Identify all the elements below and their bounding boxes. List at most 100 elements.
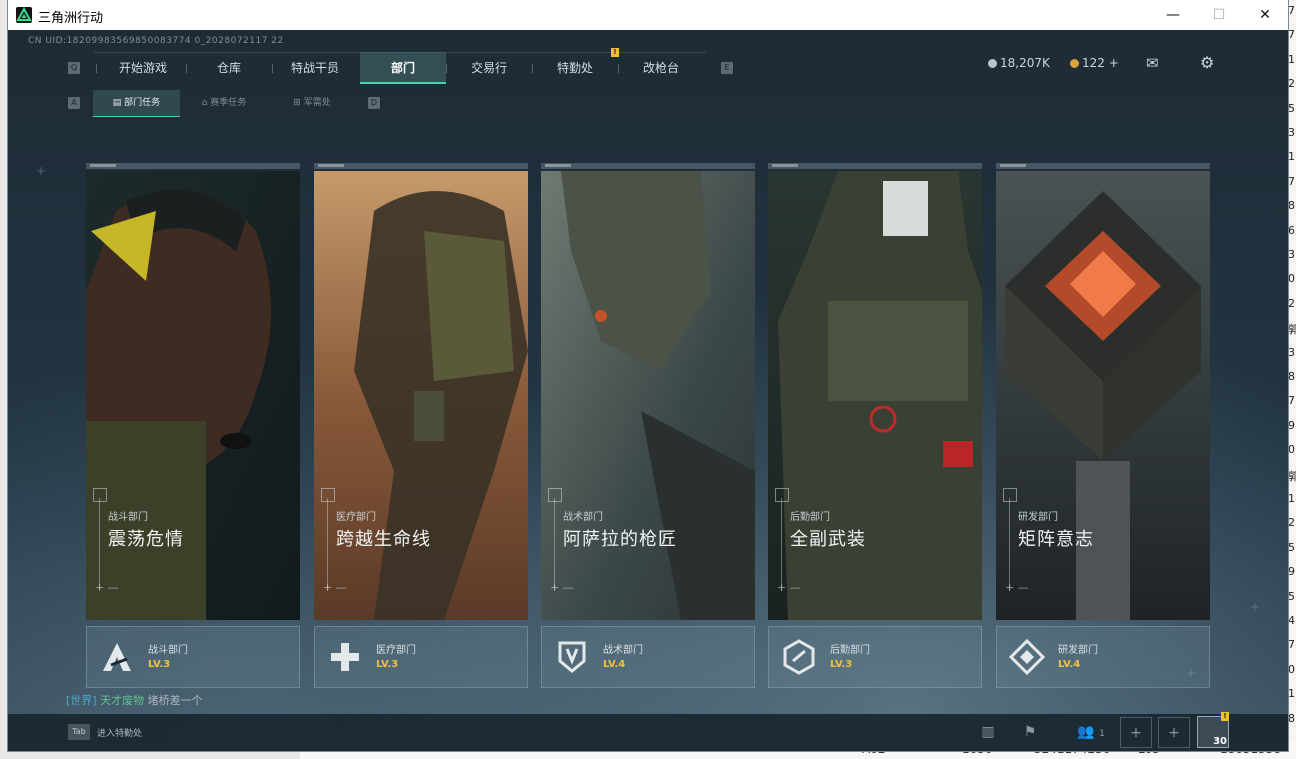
tactical-dept-icon — [558, 641, 586, 673]
plus-icon: + — — [777, 581, 801, 594]
subnav-left-key[interactable]: A — [68, 97, 80, 109]
desktop-char: 1 — [1288, 492, 1295, 505]
silver-coin-icon — [988, 59, 997, 68]
friends-button[interactable]: 👥 1 — [1066, 717, 1116, 748]
desktop-char: 8 — [1288, 370, 1295, 383]
footer-dept: 战斗部门 — [148, 645, 188, 656]
card-footer[interactable]: 研发部门 LV.4 — [996, 626, 1210, 688]
tab-warehouse[interactable]: 仓库 — [186, 52, 272, 84]
desktop-background-text: 7 7 1 2 5 3 1 7 8 6 3 0 2 郭 3 8 7 9 0 郭 1 2 5 9 5 4 7 0 1 8 — [1288, 0, 1296, 759]
supply-icon: ⊞ — [293, 98, 304, 108]
subtab-dept-tasks[interactable]: ▤ 部门任务 — [93, 90, 180, 117]
desktop-char: 8 — [1288, 199, 1295, 213]
close-button[interactable]: ✕ — [1242, 0, 1288, 30]
card-footer[interactable]: 后勤部门 LV.3 — [768, 626, 982, 688]
card-line — [1009, 498, 1010, 590]
nav-right-key[interactable]: E — [721, 62, 733, 74]
card-title: 全副武装 — [790, 529, 866, 550]
footer-dept: 医疗部门 — [376, 645, 416, 656]
subtab-season-tasks[interactable]: ⌂ 赛季任务 — [184, 90, 264, 116]
chat-message: 堵桥差一个 — [147, 694, 203, 707]
add-teammate-button[interactable]: + — [1120, 717, 1152, 748]
plus-icon: + — — [550, 581, 574, 594]
card-footer[interactable]: 战术部门 LV.4 — [541, 626, 755, 688]
desktop-char: 2 — [1288, 516, 1295, 530]
player-uid: CN UID:18209983569850083774 0_2028072117… — [28, 36, 284, 46]
footer-dept: 研发部门 — [1058, 645, 1098, 656]
desktop-char: 6 — [1288, 223, 1295, 237]
card-dept: 医疗部门 — [336, 512, 376, 523]
tab-key-label: 进入特勤处 — [97, 729, 143, 739]
tab-key: Tab — [68, 724, 90, 740]
card-title: 矩阵意志 — [1018, 529, 1094, 550]
card-title: 阿萨拉的枪匠 — [563, 529, 677, 550]
bottom-bar: Tab 进入特勤处 ▥ ⚑ 👥 1 + + 30 ! — [8, 712, 1288, 751]
corner-bracket — [321, 488, 335, 502]
card-footer[interactable]: 战斗部门 LV.3 — [86, 626, 300, 688]
desktop-char: 2 — [1288, 296, 1295, 310]
footer-dept: 战术部门 — [603, 645, 643, 656]
corner-bracket — [1003, 488, 1017, 502]
desktop-char: 5 — [1288, 101, 1295, 115]
tab-departments[interactable]: 部门 — [360, 52, 446, 84]
desktop-char: 郭 — [1288, 323, 1296, 337]
card-artwork — [86, 171, 300, 620]
flag-icon[interactable]: ⚑ — [1014, 717, 1046, 748]
corner-bracket — [775, 488, 789, 502]
card-footer[interactable]: 医疗部门 LV.3 — [314, 626, 528, 688]
tab-gunsmith[interactable]: 改枪台 — [618, 52, 704, 84]
chat-line[interactable]: [世界] 天才废物 堵桥差一个 — [66, 692, 203, 708]
maximize-button[interactable]: ☐ — [1196, 0, 1242, 30]
desktop-char: 3 — [1288, 126, 1295, 139]
research-dept-icon — [1008, 638, 1046, 676]
crosshair-icon: + — [1250, 600, 1261, 614]
desktop-char: 7 — [1288, 4, 1295, 17]
corner-bracket — [548, 488, 562, 502]
card-artwork — [996, 171, 1210, 620]
minimize-button[interactable]: — — [1150, 0, 1196, 30]
subtab-supply[interactable]: ⊞ 军需处 — [272, 90, 352, 116]
subnav-right-key[interactable]: D — [368, 97, 380, 109]
card-header — [86, 163, 300, 169]
card-dept: 战术部门 — [563, 512, 603, 523]
gear-icon[interactable]: ⚙ — [1200, 53, 1214, 72]
subtab-label: 部门任务 — [124, 98, 161, 108]
desktop-char: 9 — [1288, 565, 1295, 579]
tab-start-game[interactable]: 开始游戏 — [100, 52, 186, 84]
dept-level: LV.3 — [376, 659, 399, 670]
card-header — [541, 163, 755, 169]
tab-special-ops[interactable]: 特勤处 — [532, 52, 618, 84]
gold-add-button[interactable]: + — [1109, 56, 1119, 70]
mail-icon[interactable]: ✉ — [1146, 54, 1159, 72]
plus-icon: + — — [323, 581, 347, 594]
chat-sender[interactable]: 天才废物 — [100, 694, 144, 707]
season-icon: ⌂ — [201, 98, 211, 108]
add-teammate-button[interactable]: + — [1158, 717, 1190, 748]
nav-left-key[interactable]: Q — [68, 62, 80, 74]
desktop-char: 郭 — [1288, 469, 1296, 483]
silver-currency[interactable]: 18,207K — [988, 56, 1050, 70]
friends-icon: 👥 — [1077, 724, 1095, 740]
desktop-char: 7 — [1288, 638, 1295, 652]
title-bar[interactable]: 三角洲行动 — ☐ ✕ — [8, 0, 1288, 30]
task-icon: ▤ — [112, 98, 125, 108]
tab-operators[interactable]: 特战干员 — [272, 52, 358, 84]
silver-amount: 18,207K — [1000, 56, 1050, 70]
combat-dept-icon — [103, 643, 131, 671]
friends-count: 1 — [1099, 729, 1105, 739]
gold-currency[interactable]: 122 + — [1070, 56, 1119, 70]
card-header — [314, 163, 528, 169]
card-line — [554, 498, 555, 590]
desktop-char: 1 — [1288, 52, 1295, 66]
card-dept: 战斗部门 — [108, 512, 148, 523]
desktop-char: 7 — [1288, 28, 1295, 42]
corner-bracket — [93, 488, 107, 502]
dept-level: LV.4 — [1058, 659, 1081, 670]
subtab-label: 赛季任务 — [210, 98, 247, 108]
dept-level: LV.3 — [830, 659, 853, 670]
gold-amount: 122 — [1082, 56, 1105, 70]
main-nav: Q 开始游戏 仓库 特战干员 部门 交易行 特勤处 ! 改枪台 E — [64, 48, 733, 84]
stats-icon[interactable]: ▥ — [972, 717, 1004, 748]
tab-trading[interactable]: 交易行 — [446, 52, 532, 84]
card-title: 震荡危情 — [108, 529, 184, 550]
